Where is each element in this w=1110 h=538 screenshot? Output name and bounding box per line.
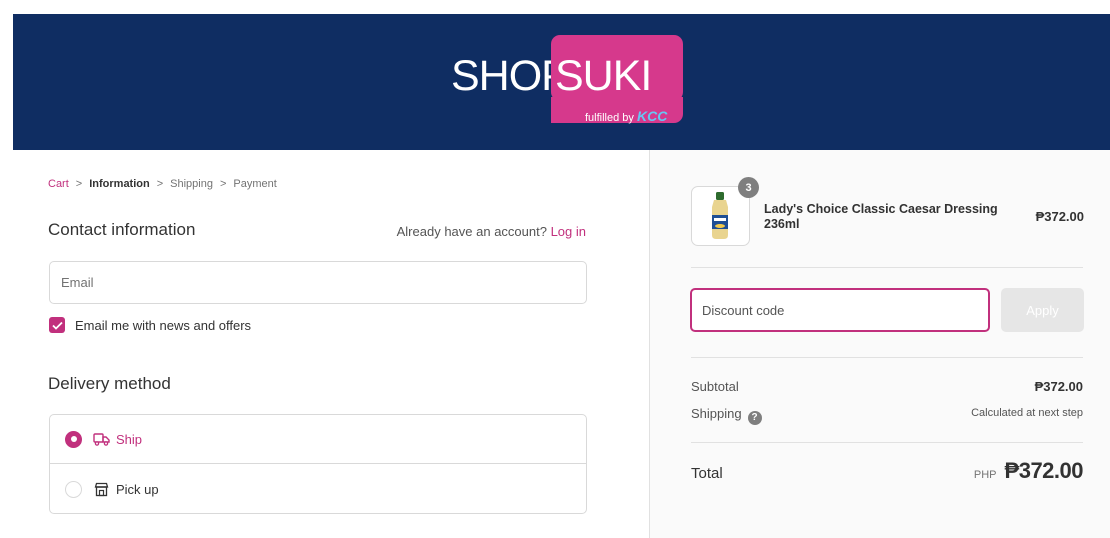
summary-divider xyxy=(691,442,1083,443)
shipping-value: Calculated at next step xyxy=(971,407,1083,419)
newsletter-checkbox[interactable] xyxy=(49,317,65,333)
site-header: SHOP SUKI fulfilled by KCC xyxy=(13,14,1110,150)
breadcrumb-shipping: Shipping xyxy=(170,178,213,190)
breadcrumb-cart[interactable]: Cart xyxy=(48,178,69,190)
apply-discount-button[interactable]: Apply xyxy=(1001,288,1084,332)
subtotal-label: Subtotal xyxy=(691,379,739,394)
account-prompt-text: Already have an account? xyxy=(396,224,547,239)
newsletter-checkbox-row[interactable]: Email me with news and offers xyxy=(49,317,251,333)
chevron-right-icon: > xyxy=(75,178,83,190)
chevron-right-icon: > xyxy=(156,178,164,190)
truck-icon xyxy=(92,430,110,448)
logo-fulfilled-by: fulfilled by KCC xyxy=(585,108,667,124)
total-value: PHP ₱372.00 xyxy=(973,458,1084,484)
discount-code-input[interactable] xyxy=(690,288,990,332)
product-price: ₱372.00 xyxy=(1035,209,1084,224)
email-input[interactable] xyxy=(49,261,587,304)
delivery-option-pickup[interactable]: Pick up xyxy=(50,465,586,514)
delivery-option-ship[interactable]: Ship xyxy=(50,415,586,464)
chevron-right-icon: > xyxy=(219,178,227,190)
delivery-options: Ship Pick up xyxy=(49,414,587,514)
delivery-method-title: Delivery method xyxy=(48,374,171,393)
account-prompt: Already have an account? Log in xyxy=(397,224,586,239)
pickup-label: Pick up xyxy=(116,482,159,497)
quantity-badge: 3 xyxy=(738,177,759,198)
store-icon xyxy=(92,481,110,499)
checkmark-icon xyxy=(51,321,63,330)
currency-code: PHP xyxy=(973,469,997,481)
login-link[interactable]: Log in xyxy=(551,224,586,239)
total-amount: ₱372.00 xyxy=(1004,458,1084,483)
kcc-logo-text: KCC xyxy=(636,108,668,124)
checkout-main: Cart > Information > Shipping > Payment … xyxy=(13,150,649,538)
newsletter-label: Email me with news and offers xyxy=(75,317,252,333)
breadcrumb: Cart > Information > Shipping > Payment xyxy=(48,178,277,190)
product-name: Lady's Choice Classic Caesar Dressing 23… xyxy=(764,202,998,231)
shipping-label: Shipping xyxy=(691,406,742,421)
total-label: Total xyxy=(691,465,723,482)
help-icon[interactable]: ? xyxy=(747,410,762,425)
breadcrumb-information: Information xyxy=(89,178,150,190)
pickup-radio[interactable] xyxy=(65,481,82,498)
summary-divider xyxy=(691,357,1083,358)
ship-label: Ship xyxy=(116,431,143,447)
contact-information-title: Contact information xyxy=(48,220,196,239)
shopsuki-logo[interactable]: SHOP SUKI fulfilled by KCC xyxy=(451,35,691,135)
subtotal-value: ₱372.00 xyxy=(1034,379,1083,394)
logo-suki-text: SUKI xyxy=(555,52,652,100)
shipping-label-row: Shipping? xyxy=(691,406,762,425)
dressing-bottle-image xyxy=(712,192,728,239)
summary-divider xyxy=(691,267,1083,268)
fulfilled-by-text: fulfilled by xyxy=(585,112,634,124)
breadcrumb-payment: Payment xyxy=(233,178,277,190)
line-item: 3 Lady's Choice Classic Caesar Dressing … xyxy=(691,177,1084,248)
order-summary: 3 Lady's Choice Classic Caesar Dressing … xyxy=(649,150,1110,538)
ship-radio[interactable] xyxy=(65,430,82,448)
